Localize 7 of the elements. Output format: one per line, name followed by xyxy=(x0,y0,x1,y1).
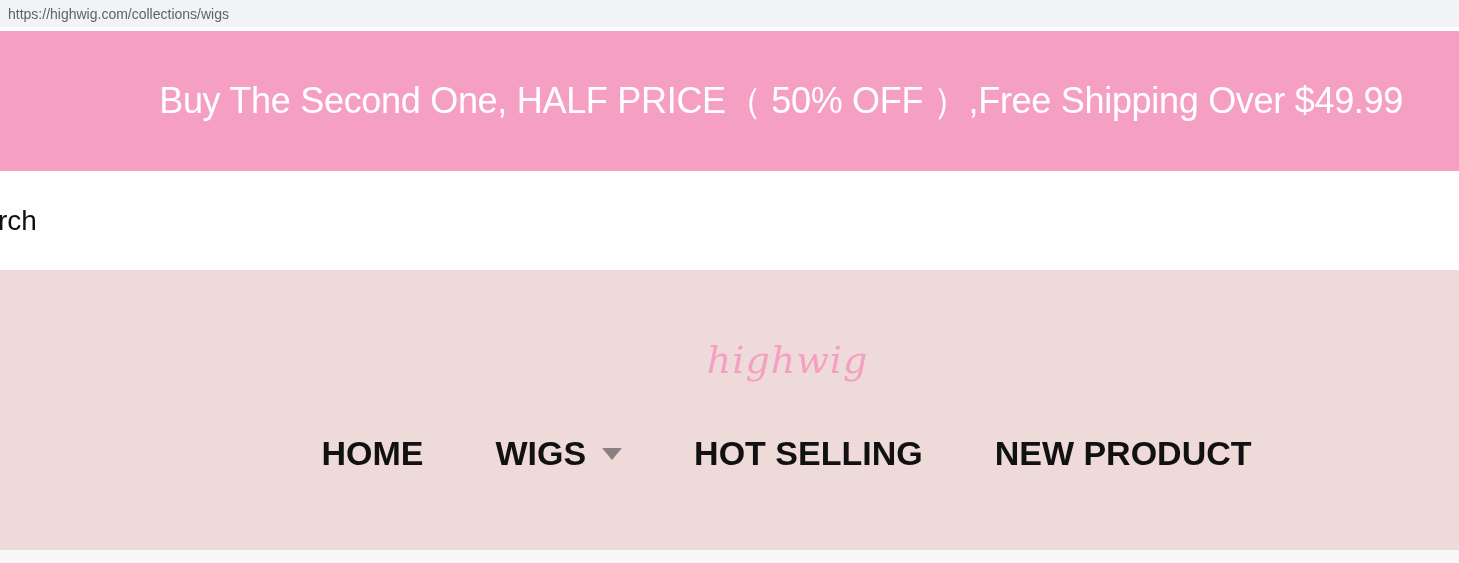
nav-link[interactable]: NEW PRODUCT xyxy=(994,434,1252,473)
address-url[interactable]: https://highwig.com/collections/wigs xyxy=(8,5,229,22)
search-label[interactable]: rch xyxy=(0,204,37,237)
promo-text: Buy The Second One, HALF PRICE（ 50% OFF ）,Free Shipping Over $49.99 xyxy=(159,78,1403,123)
nav-link[interactable]: HOT SELLING xyxy=(694,434,923,473)
nav-link[interactable]: WIGS xyxy=(495,434,623,473)
nav-link[interactable]: HOME xyxy=(321,434,424,473)
